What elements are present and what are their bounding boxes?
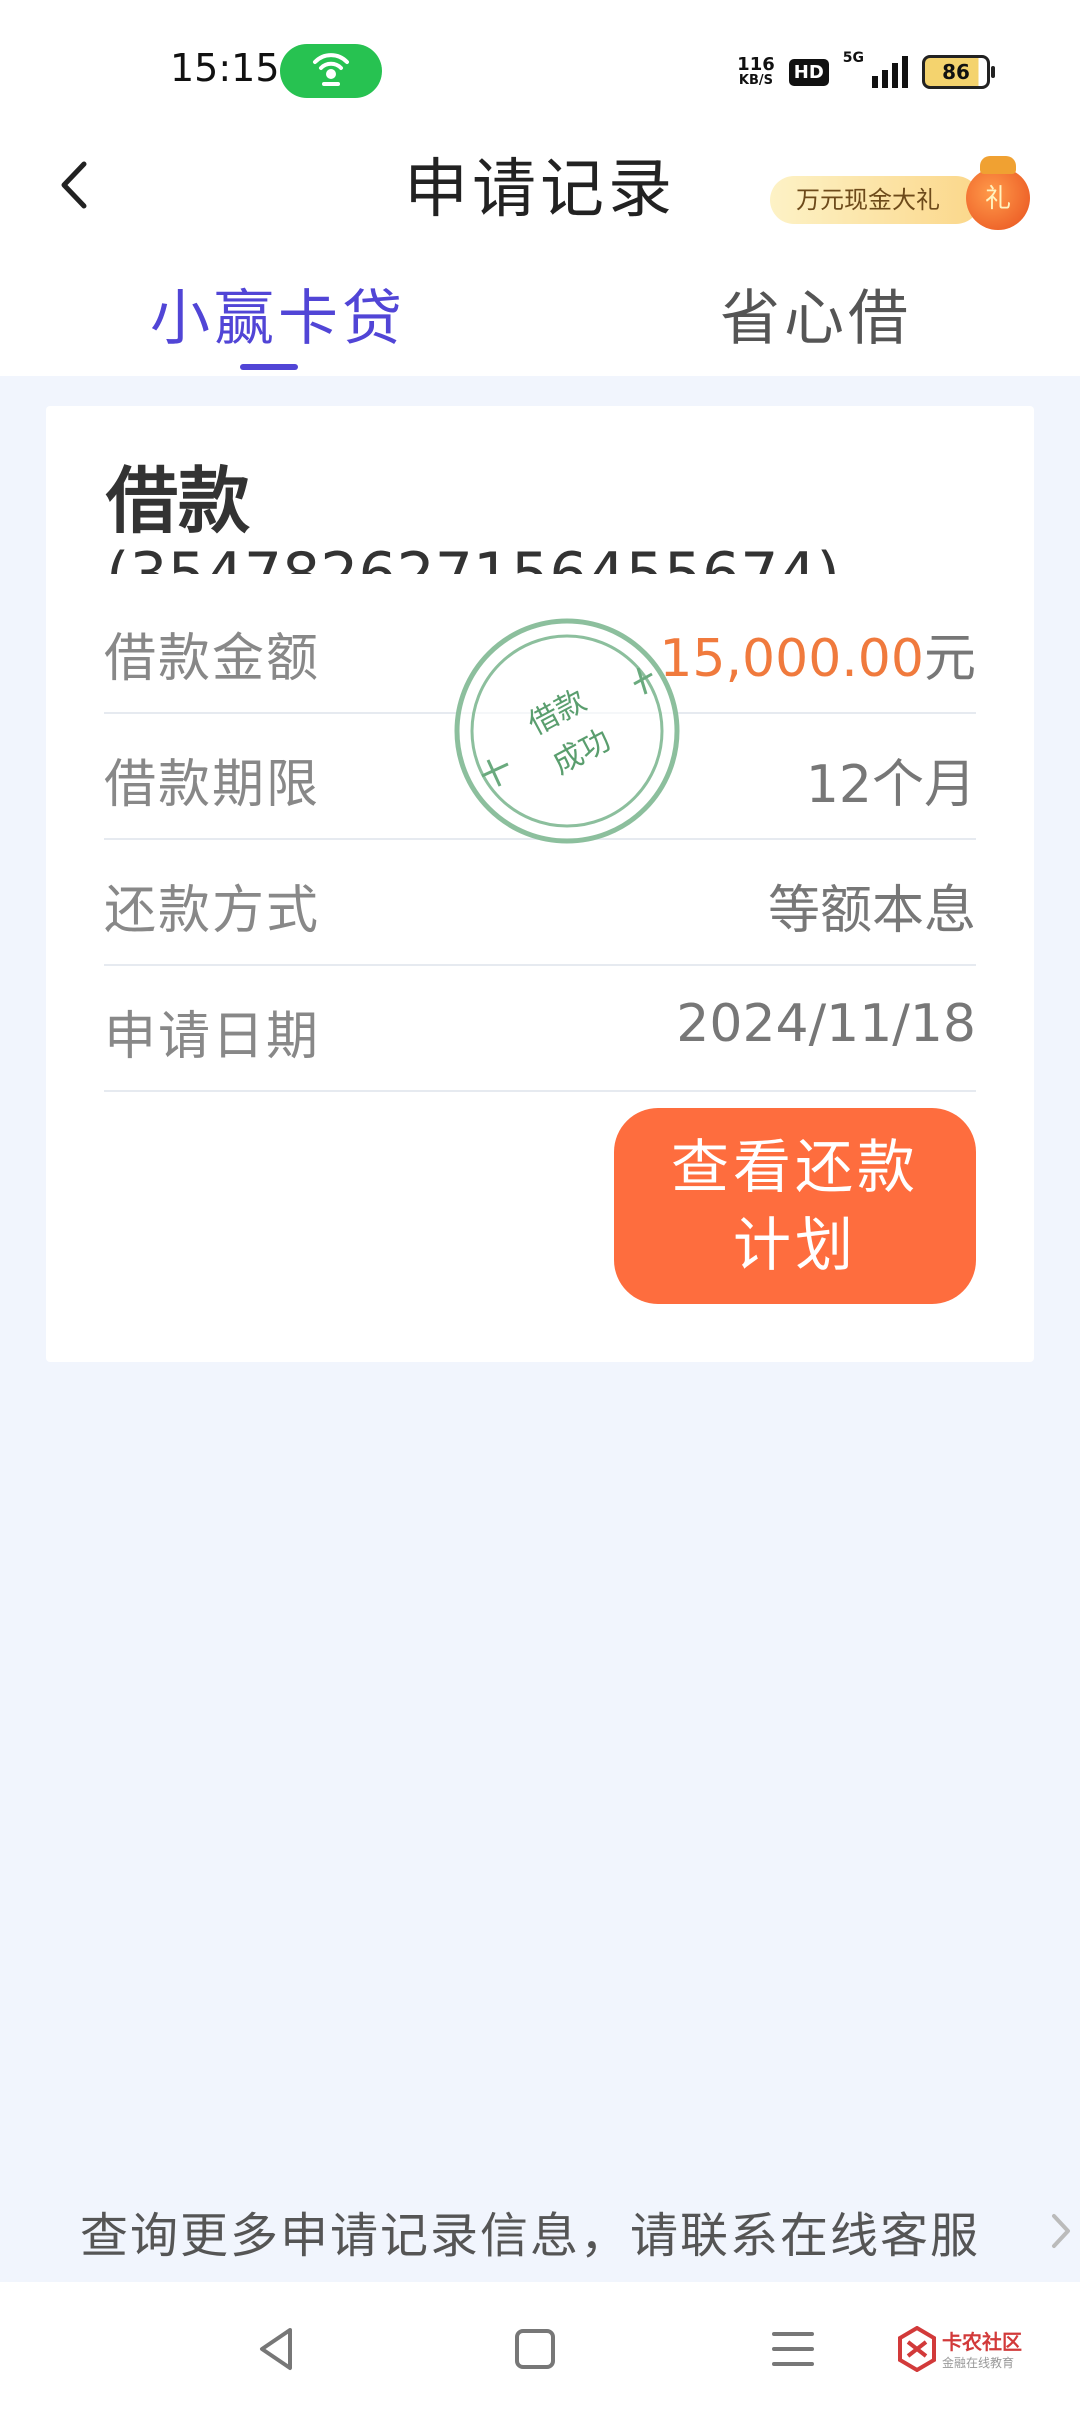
loan-term-label: 借款期限 [104,755,321,815]
status-bar: 15:15 116 KB/S HD 5G 86 [0,0,1080,130]
network-type: 5G [842,50,864,66]
application-date-label: 申请日期 [104,1007,321,1067]
kanong-logo-icon [898,2326,936,2372]
battery-icon: 86 [922,55,995,89]
nav-back-icon[interactable] [250,2322,304,2376]
signal-icon [872,56,908,88]
battery-level: 86 [942,60,970,84]
hd-badge: HD [788,58,829,86]
loan-term-value: 12个月 [805,755,976,815]
watermark-logo: 卡农社区 金融在线教育 [896,2322,1036,2382]
contact-support-link[interactable]: 查询更多申请记录信息，请联系在线客服 [0,2184,1080,2274]
repayment-method-label: 还款方式 [104,881,321,941]
application-date-value: 2024/11/18 [676,994,976,1054]
network-speed: 116 KB/S [737,54,775,88]
status-time: 15:15 [170,46,280,90]
active-tab-indicator [240,364,298,370]
hotspot-icon [313,53,349,86]
nav-menu-icon[interactable] [766,2322,820,2376]
loan-order-number: (354782627156455674) [106,544,840,574]
tab-shengxin-loan[interactable]: 省心借 [720,270,912,357]
repayment-method-row: 还款方式 等额本息 [104,840,976,966]
cash-gift-promo[interactable]: 万元现金大礼 礼 [770,154,1060,234]
application-date-row: 申请日期 2024/11/18 [104,966,976,1092]
contact-support-text: 查询更多申请记录信息，请联系在线客服 [80,2208,981,2264]
promo-label: 万元现金大礼 [770,176,980,224]
loan-success-stamp: 借款 成功 [454,618,680,844]
view-repayment-plan-button[interactable]: 查看还款计划 [614,1108,976,1304]
nav-home-icon[interactable] [508,2322,562,2376]
gift-bag-icon: 礼 [966,156,1030,230]
product-tabs: 小赢卡贷 省心借 [0,250,1080,376]
watermark-name: 卡农社区 [942,2330,1022,2354]
loan-amount-label: 借款金额 [104,629,321,689]
loan-title: 借款 [106,459,251,543]
loan-amount-number: 15,000.00 [659,629,924,689]
header: 申请记录 万元现金大礼 礼 [0,130,1080,250]
hotspot-indicator[interactable] [280,44,382,98]
loan-record-card: 借款 (354782627156455674) 借款金额 15,000.00元 … [46,406,1034,1362]
tab-xiaoying-card-loan[interactable]: 小赢卡贷 [150,270,406,357]
repayment-method-value: 等额本息 [767,881,976,941]
loan-amount-unit: 元 [923,629,976,689]
loan-amount-value: 15,000.00元 [659,616,976,691]
chevron-right-icon [1052,2214,1070,2248]
watermark-tagline: 金融在线教育 [942,2356,1015,2370]
